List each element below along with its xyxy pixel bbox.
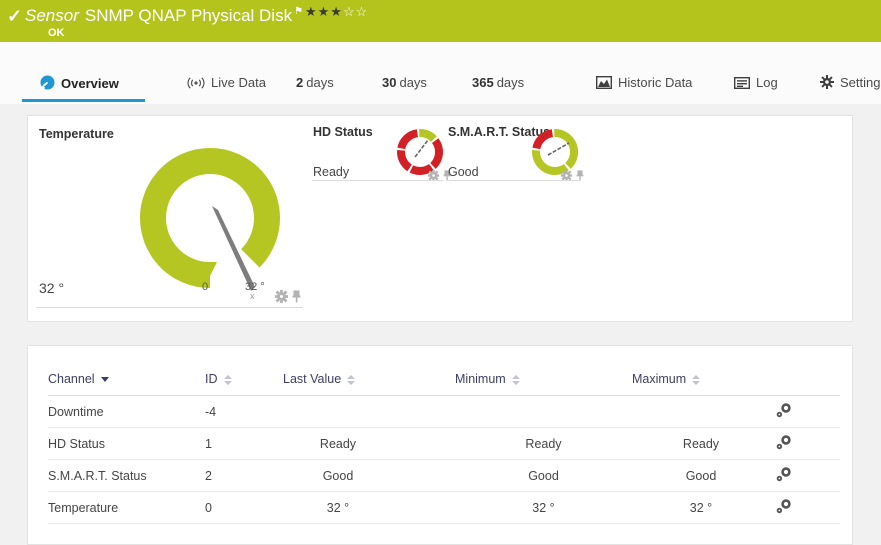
active-tab-underline xyxy=(22,99,145,102)
sort-desc-icon[interactable] xyxy=(100,377,109,383)
table-row-hd-status: HD Status 1 Ready Ready Ready xyxy=(48,427,840,460)
table-row-temperature: Temperature 0 32 ° 32 ° 32 ° xyxy=(48,491,840,524)
column-header-maximum[interactable]: Maximum xyxy=(632,360,770,396)
broadcast-icon xyxy=(187,77,205,92)
ok-check-icon: ✓ xyxy=(7,6,23,26)
sort-icon[interactable] xyxy=(511,374,520,385)
sort-icon[interactable] xyxy=(347,374,356,385)
star-empty-icons[interactable]: ☆☆ xyxy=(343,4,368,19)
tab-label: Settings xyxy=(840,75,881,90)
sort-icon[interactable] xyxy=(223,374,232,385)
tab-label: days xyxy=(306,75,334,90)
gauge-cell-divider xyxy=(447,180,581,181)
tab-365-days[interactable]: 365 days xyxy=(472,75,524,90)
gauge-icon xyxy=(40,75,55,93)
channel-id: 2 xyxy=(205,459,283,492)
channel-settings-icon[interactable] xyxy=(776,403,792,421)
tab-log[interactable]: Log xyxy=(733,75,778,92)
channel-id: -4 xyxy=(205,395,283,428)
channel-id: 1 xyxy=(205,427,283,460)
pin-icon[interactable] xyxy=(292,290,301,303)
page-title: Sensor SNMP QNAP Physical Disk ⚑ xyxy=(25,6,303,26)
temperature-gauge-title: Temperature xyxy=(39,127,114,141)
tab-label: Log xyxy=(756,75,778,90)
tab-label: days xyxy=(399,75,427,90)
gear-icon xyxy=(820,75,834,92)
channel-name: Temperature xyxy=(48,491,205,524)
table-row-downtime: Downtime -4 xyxy=(48,395,840,428)
column-header-channel[interactable]: Channel xyxy=(48,360,205,396)
tab-label: Overview xyxy=(61,76,119,91)
gauge-cell-divider xyxy=(36,307,303,308)
channel-last-value xyxy=(283,395,455,428)
channel-last-value: Good xyxy=(283,459,455,492)
tab-label: Live Data xyxy=(211,75,266,90)
temperature-scale-max: 32 ° xyxy=(245,281,265,293)
channel-settings-icon[interactable] xyxy=(776,499,792,517)
status-badge: OK xyxy=(48,27,65,39)
column-header-minimum[interactable]: Minimum xyxy=(455,360,632,396)
gauge-needle xyxy=(414,139,429,158)
hd-status-value: Ready xyxy=(313,165,350,179)
tab-settings[interactable]: Settings xyxy=(820,75,881,92)
table-header-row: Channel ID Last Value Minimum Maximum xyxy=(48,360,840,396)
channel-id: 0 xyxy=(205,491,283,524)
tab-overview[interactable]: Overview xyxy=(40,75,119,93)
tab-number: 30 xyxy=(382,75,397,90)
sort-icon[interactable] xyxy=(692,374,701,385)
channel-settings-icon[interactable] xyxy=(776,435,792,453)
hd-status-gauge-title: HD Status xyxy=(313,125,373,139)
channel-name: Downtime xyxy=(48,395,205,428)
priority-stars[interactable]: ★★★☆☆ xyxy=(305,4,368,20)
log-icon xyxy=(733,76,751,92)
column-header-actions xyxy=(770,360,840,396)
table-row-smart-status: S.M.A.R.T. Status 2 Good Good Good xyxy=(48,459,840,492)
tab-label: Historic Data xyxy=(618,75,693,90)
smart-status-gauge-actions xyxy=(561,168,584,186)
sensor-status-banner: ✓ Sensor SNMP QNAP Physical Disk ⚑ ★★★☆☆ O… xyxy=(0,0,881,42)
tab-historic-data[interactable]: Historic Data xyxy=(595,75,693,92)
tab-bar: Overview Live Data 2 days 30 days 365 days … xyxy=(0,42,881,104)
channel-name: HD Status xyxy=(48,427,205,460)
channel-maximum: Ready xyxy=(632,427,770,460)
tab-label: days xyxy=(496,75,525,90)
gauge-needle xyxy=(547,142,570,156)
temperature-gauge-actions xyxy=(275,290,301,308)
sensor-kind-label: Sensor xyxy=(25,6,79,25)
smart-status-value: Good xyxy=(448,165,479,179)
gear-icon[interactable] xyxy=(275,290,288,303)
temperature-scale-min: 0 xyxy=(202,281,209,293)
gauge-cell-divider xyxy=(312,180,443,181)
channel-maximum: 32 ° xyxy=(632,491,770,524)
channel-minimum: Ready xyxy=(455,427,632,460)
temperature-current-value: 32 ° xyxy=(39,280,65,296)
tab-2-days[interactable]: 2 days xyxy=(296,75,334,90)
tab-live-data[interactable]: Live Data xyxy=(187,75,266,92)
gauges-panel: Temperature x 32 ° 0 32 ° HD Status Read… xyxy=(27,115,853,322)
channel-last-value: Ready xyxy=(283,427,455,460)
channel-table: Channel ID Last Value Minimum Maximum Do… xyxy=(48,360,840,524)
priority-flag-icon: ⚑ xyxy=(294,6,304,18)
channel-maximum xyxy=(632,395,770,428)
column-header-id[interactable]: ID xyxy=(205,360,283,396)
channel-settings-icon[interactable] xyxy=(776,467,792,485)
channel-maximum: Good xyxy=(632,459,770,492)
temperature-gauge: x xyxy=(140,148,280,301)
channel-last-value: 32 ° xyxy=(283,491,455,524)
column-header-last-value[interactable]: Last Value xyxy=(283,360,455,396)
star-filled-icons[interactable]: ★★★ xyxy=(305,4,343,19)
channels-panel: Channel ID Last Value Minimum Maximum Do… xyxy=(27,345,853,545)
tab-number: 2 xyxy=(296,75,304,90)
tab-30-days[interactable]: 30 days xyxy=(382,75,427,90)
sensor-name: SNMP QNAP Physical Disk xyxy=(84,6,293,25)
channel-minimum: 32 ° xyxy=(455,491,632,524)
channel-minimum xyxy=(455,395,632,428)
tab-number: 365 xyxy=(472,75,494,90)
channel-minimum: Good xyxy=(455,459,632,492)
chart-icon xyxy=(595,75,613,92)
channel-name: S.M.A.R.T. Status xyxy=(48,459,205,492)
